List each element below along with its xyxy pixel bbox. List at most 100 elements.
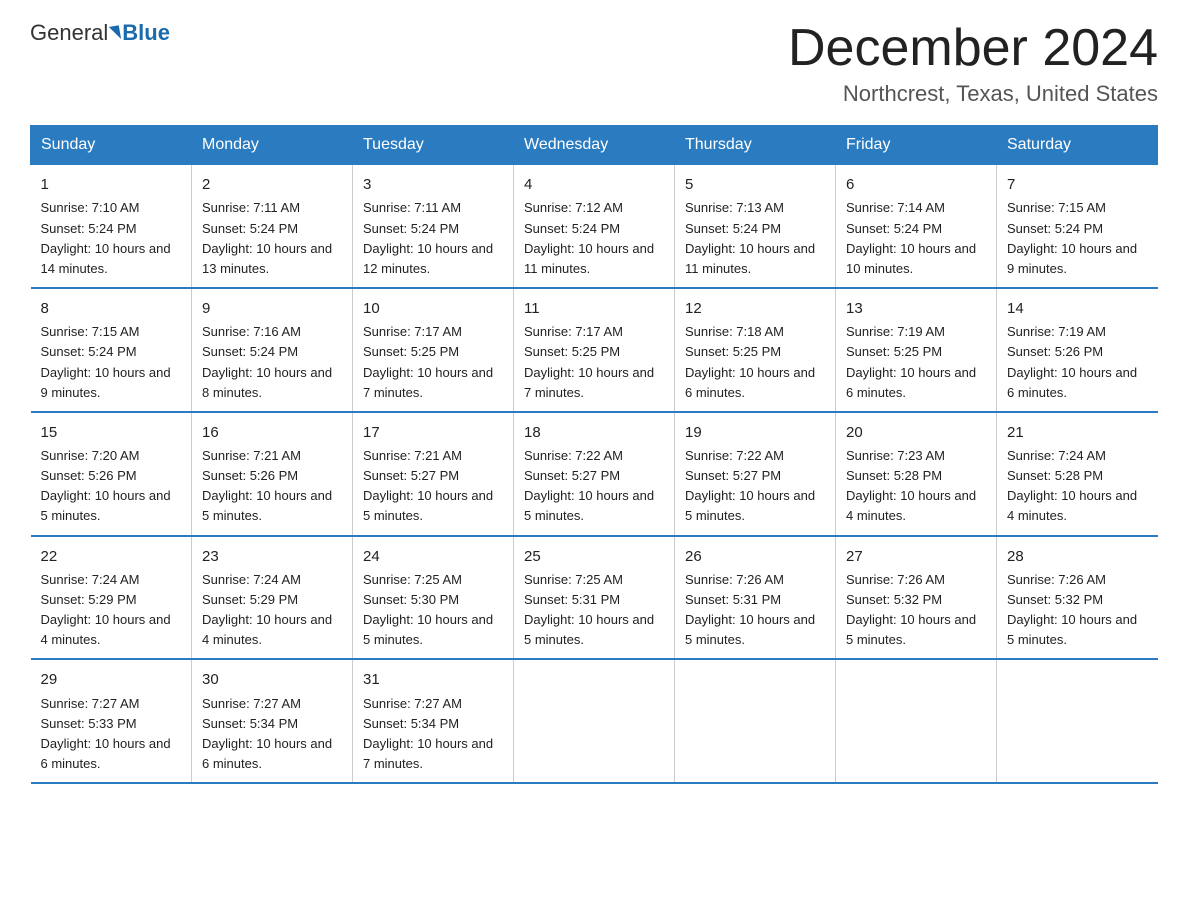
calendar-header: SundayMondayTuesdayWednesdayThursdayFrid…: [31, 126, 1158, 165]
cell-sun-info: Sunrise: 7:15 AMSunset: 5:24 PMDaylight:…: [1007, 198, 1148, 279]
day-number: 22: [41, 545, 182, 568]
day-number: 28: [1007, 545, 1148, 568]
cell-sun-info: Sunrise: 7:12 AMSunset: 5:24 PMDaylight:…: [524, 198, 664, 279]
cell-sun-info: Sunrise: 7:27 AMSunset: 5:34 PMDaylight:…: [202, 694, 342, 775]
calendar-cell: [514, 659, 675, 783]
day-number: 1: [41, 173, 182, 196]
logo: General Blue: [30, 20, 170, 46]
cell-sun-info: Sunrise: 7:22 AMSunset: 5:27 PMDaylight:…: [524, 446, 664, 527]
calendar-cell: 2Sunrise: 7:11 AMSunset: 5:24 PMDaylight…: [192, 165, 353, 288]
calendar-cell: 19Sunrise: 7:22 AMSunset: 5:27 PMDayligh…: [675, 412, 836, 536]
week-row-2: 8Sunrise: 7:15 AMSunset: 5:24 PMDaylight…: [31, 288, 1158, 412]
calendar-cell: 22Sunrise: 7:24 AMSunset: 5:29 PMDayligh…: [31, 536, 192, 660]
calendar-cell: 24Sunrise: 7:25 AMSunset: 5:30 PMDayligh…: [353, 536, 514, 660]
cell-sun-info: Sunrise: 7:24 AMSunset: 5:28 PMDaylight:…: [1007, 446, 1148, 527]
calendar-cell: 7Sunrise: 7:15 AMSunset: 5:24 PMDaylight…: [997, 165, 1158, 288]
day-number: 4: [524, 173, 664, 196]
cell-sun-info: Sunrise: 7:14 AMSunset: 5:24 PMDaylight:…: [846, 198, 986, 279]
calendar-cell: 12Sunrise: 7:18 AMSunset: 5:25 PMDayligh…: [675, 288, 836, 412]
calendar-cell: 9Sunrise: 7:16 AMSunset: 5:24 PMDaylight…: [192, 288, 353, 412]
cell-sun-info: Sunrise: 7:27 AMSunset: 5:34 PMDaylight:…: [363, 694, 503, 775]
day-number: 15: [41, 421, 182, 444]
calendar-cell: 6Sunrise: 7:14 AMSunset: 5:24 PMDaylight…: [836, 165, 997, 288]
cell-sun-info: Sunrise: 7:17 AMSunset: 5:25 PMDaylight:…: [524, 322, 664, 403]
cell-sun-info: Sunrise: 7:19 AMSunset: 5:25 PMDaylight:…: [846, 322, 986, 403]
day-number: 13: [846, 297, 986, 320]
cell-sun-info: Sunrise: 7:23 AMSunset: 5:28 PMDaylight:…: [846, 446, 986, 527]
calendar-cell: 29 Sunrise: 7:27 AMSunset: 5:33 PMDayligh…: [31, 659, 192, 783]
cell-sun-info: Sunrise: 7:27 AMSunset: 5:33 PMDaylight:…: [41, 694, 182, 775]
day-number: 18: [524, 421, 664, 444]
calendar-cell: 8Sunrise: 7:15 AMSunset: 5:24 PMDaylight…: [31, 288, 192, 412]
week-row-5: 29 Sunrise: 7:27 AMSunset: 5:33 PMDayligh…: [31, 659, 1158, 783]
logo-general-text: General: [30, 20, 108, 46]
day-header-monday: Monday: [192, 126, 353, 165]
calendar-cell: [836, 659, 997, 783]
month-year-title: December 2024: [788, 20, 1158, 77]
day-number: 2: [202, 173, 342, 196]
day-number: 23: [202, 545, 342, 568]
calendar-cell: 17Sunrise: 7:21 AMSunset: 5:27 PMDayligh…: [353, 412, 514, 536]
logo-arrow-icon: [109, 25, 121, 41]
day-number: 24: [363, 545, 503, 568]
cell-sun-info: Sunrise: 7:11 AMSunset: 5:24 PMDaylight:…: [202, 198, 342, 279]
calendar-cell: 23Sunrise: 7:24 AMSunset: 5:29 PMDayligh…: [192, 536, 353, 660]
day-number: 30: [202, 668, 342, 691]
calendar-cell: 26Sunrise: 7:26 AMSunset: 5:31 PMDayligh…: [675, 536, 836, 660]
cell-sun-info: Sunrise: 7:26 AMSunset: 5:32 PMDaylight:…: [1007, 570, 1148, 651]
cell-sun-info: Sunrise: 7:26 AMSunset: 5:31 PMDaylight:…: [685, 570, 825, 651]
cell-sun-info: Sunrise: 7:20 AMSunset: 5:26 PMDaylight:…: [41, 446, 182, 527]
page-header: General Blue December 2024 Northcrest, T…: [30, 20, 1158, 107]
cell-sun-info: Sunrise: 7:10 AMSunset: 5:24 PMDaylight:…: [41, 198, 182, 279]
calendar-cell: 21Sunrise: 7:24 AMSunset: 5:28 PMDayligh…: [997, 412, 1158, 536]
calendar-cell: [997, 659, 1158, 783]
day-headers-row: SundayMondayTuesdayWednesdayThursdayFrid…: [31, 126, 1158, 165]
day-number: 6: [846, 173, 986, 196]
cell-sun-info: Sunrise: 7:24 AMSunset: 5:29 PMDaylight:…: [41, 570, 182, 651]
calendar-cell: 3Sunrise: 7:11 AMSunset: 5:24 PMDaylight…: [353, 165, 514, 288]
day-number: 3: [363, 173, 503, 196]
calendar-cell: 1Sunrise: 7:10 AMSunset: 5:24 PMDaylight…: [31, 165, 192, 288]
calendar-cell: 13Sunrise: 7:19 AMSunset: 5:25 PMDayligh…: [836, 288, 997, 412]
day-number: 16: [202, 421, 342, 444]
cell-sun-info: Sunrise: 7:17 AMSunset: 5:25 PMDaylight:…: [363, 322, 503, 403]
week-row-1: 1Sunrise: 7:10 AMSunset: 5:24 PMDaylight…: [31, 165, 1158, 288]
calendar-cell: 31 Sunrise: 7:27 AMSunset: 5:34 PMDayligh…: [353, 659, 514, 783]
calendar-cell: 5Sunrise: 7:13 AMSunset: 5:24 PMDaylight…: [675, 165, 836, 288]
day-number: 7: [1007, 173, 1148, 196]
cell-sun-info: Sunrise: 7:24 AMSunset: 5:29 PMDaylight:…: [202, 570, 342, 651]
day-number: 5: [685, 173, 825, 196]
day-number: 14: [1007, 297, 1148, 320]
day-number: 20: [846, 421, 986, 444]
logo-blue-text: Blue: [122, 20, 170, 46]
day-number: 31: [363, 668, 503, 691]
day-header-friday: Friday: [836, 126, 997, 165]
cell-sun-info: Sunrise: 7:21 AMSunset: 5:27 PMDaylight:…: [363, 446, 503, 527]
calendar-cell: 16Sunrise: 7:21 AMSunset: 5:26 PMDayligh…: [192, 412, 353, 536]
day-header-tuesday: Tuesday: [353, 126, 514, 165]
cell-sun-info: Sunrise: 7:15 AMSunset: 5:24 PMDaylight:…: [41, 322, 182, 403]
day-number: 12: [685, 297, 825, 320]
day-number: 10: [363, 297, 503, 320]
cell-sun-info: Sunrise: 7:13 AMSunset: 5:24 PMDaylight:…: [685, 198, 825, 279]
cell-sun-info: Sunrise: 7:16 AMSunset: 5:24 PMDaylight:…: [202, 322, 342, 403]
day-header-sunday: Sunday: [31, 126, 192, 165]
day-number: 21: [1007, 421, 1148, 444]
day-number: 29: [41, 668, 182, 691]
calendar-cell: 18Sunrise: 7:22 AMSunset: 5:27 PMDayligh…: [514, 412, 675, 536]
day-header-wednesday: Wednesday: [514, 126, 675, 165]
calendar-table: SundayMondayTuesdayWednesdayThursdayFrid…: [30, 125, 1158, 784]
calendar-cell: 25Sunrise: 7:25 AMSunset: 5:31 PMDayligh…: [514, 536, 675, 660]
day-number: 26: [685, 545, 825, 568]
day-number: 17: [363, 421, 503, 444]
cell-sun-info: Sunrise: 7:21 AMSunset: 5:26 PMDaylight:…: [202, 446, 342, 527]
day-number: 27: [846, 545, 986, 568]
location-subtitle: Northcrest, Texas, United States: [788, 81, 1158, 107]
cell-sun-info: Sunrise: 7:11 AMSunset: 5:24 PMDaylight:…: [363, 198, 503, 279]
day-number: 19: [685, 421, 825, 444]
week-row-3: 15Sunrise: 7:20 AMSunset: 5:26 PMDayligh…: [31, 412, 1158, 536]
calendar-cell: 11Sunrise: 7:17 AMSunset: 5:25 PMDayligh…: [514, 288, 675, 412]
calendar-cell: 30 Sunrise: 7:27 AMSunset: 5:34 PMDayligh…: [192, 659, 353, 783]
title-section: December 2024 Northcrest, Texas, United …: [788, 20, 1158, 107]
calendar-cell: 15Sunrise: 7:20 AMSunset: 5:26 PMDayligh…: [31, 412, 192, 536]
